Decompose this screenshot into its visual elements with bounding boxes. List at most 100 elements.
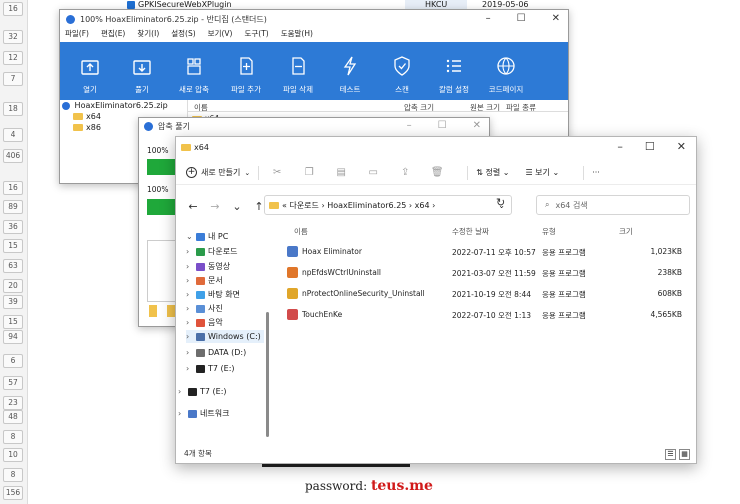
nav-item[interactable]: › 사진 [186, 302, 223, 315]
close-icon[interactable]: ✕ [473, 120, 481, 131]
minimize-icon[interactable]: – [486, 13, 491, 24]
tiles-view-icon[interactable]: ▦ [679, 449, 690, 460]
maximize-icon[interactable]: ☐ [645, 140, 655, 153]
checkbox-icon[interactable] [127, 1, 135, 9]
nav-item[interactable]: › T7 (E:) [186, 362, 235, 375]
view-button[interactable]: ☰ 보기 ⌄ [525, 167, 559, 178]
nav-item[interactable]: › 바탕 화면 [186, 288, 240, 301]
menu-item[interactable]: 편집(E) [101, 28, 125, 42]
col-name[interactable]: 이름 [294, 226, 308, 237]
file-size: 238KB [657, 268, 682, 277]
close-icon[interactable]: ✕ [677, 140, 686, 153]
toolbar-button[interactable]: 파일 추가 [220, 42, 272, 100]
minimize-icon[interactable]: – [617, 140, 623, 153]
toolbar-button[interactable]: 열기 [64, 42, 116, 100]
menu-item[interactable]: 도구(T) [244, 28, 268, 42]
chevron-right-icon[interactable]: › [186, 346, 196, 359]
nav-item[interactable]: › 동영상 [186, 260, 230, 273]
col-original[interactable]: 원본 크기 [470, 102, 500, 113]
address-bar[interactable]: « 다운로드 › HoaxEliminator6.25 › x64 › ⌄ [264, 195, 512, 215]
file-row[interactable]: nProtectOnlineSecurity_Uninstall 2021-10-… [284, 286, 688, 302]
chevron-right-icon[interactable]: › [186, 302, 196, 315]
forward-arrow-icon[interactable]: → [204, 200, 226, 213]
password-value: teus.me [370, 478, 433, 494]
file-row[interactable]: Hoax Eliminator 2022-07-11 오후 10:57 응용 프로그… [284, 244, 688, 260]
explorer-window: x64 – ☐ ✕ + 새로 만들기 ⌄ ✂ ❐ ▤ ▭ ⇪ 🗑 ⇅ 정렬 ⌄ … [175, 136, 697, 464]
col-name[interactable]: 이름 [194, 102, 208, 113]
bandizip-logo-icon [66, 14, 75, 24]
file-date: 2021-03-07 오전 11:59 [452, 269, 536, 278]
col-date[interactable]: 수정한 날짜 [452, 226, 489, 237]
cut-icon[interactable]: ✂ [267, 167, 287, 178]
menu-item[interactable]: 찾기(I) [137, 28, 159, 42]
paste-icon[interactable]: ▤ [331, 167, 351, 178]
back-arrow-icon[interactable]: ← [182, 200, 204, 213]
recent-chevron-icon[interactable]: ⌄ [226, 200, 248, 213]
menu-item[interactable]: 설정(S) [171, 28, 195, 42]
rename-icon[interactable]: ▭ [363, 167, 383, 178]
delete-icon[interactable]: 🗑 [427, 167, 447, 178]
search-icon: ⌕ [545, 200, 550, 209]
toolbar-button[interactable]: 테스트 [324, 42, 376, 100]
chevron-right-icon[interactable]: › [186, 330, 196, 343]
chevron-right-icon[interactable]: › [186, 362, 196, 375]
divider [467, 165, 469, 180]
chevron-right-icon[interactable]: › [186, 288, 196, 301]
nav-item[interactable]: › 다운로드 [186, 245, 237, 258]
file-row[interactable]: TouchEnKe 2022-07-10 오전 1:13 응용 프로그램 4,565K… [284, 307, 688, 323]
chevron-right-icon[interactable]: › [186, 260, 196, 273]
menu-item[interactable]: 파일(F) [65, 28, 89, 42]
maximize-icon[interactable]: ☐ [438, 120, 447, 131]
col-size[interactable]: 크기 [619, 226, 633, 237]
nav-item[interactable]: › T7 (E:) [178, 385, 227, 398]
toolbar-button[interactable]: 칼럼 설정 [428, 42, 480, 100]
sort-button[interactable]: ⇅ 정렬 ⌄ [476, 167, 509, 178]
tree-root[interactable]: HoaxEliminator6.25.zip [60, 100, 187, 111]
line-number: 36 [3, 220, 23, 234]
nav-label: 바탕 화면 [208, 290, 240, 299]
col-type[interactable]: 파일 종류 [506, 102, 536, 113]
toolbar-button[interactable]: 풀기 [116, 42, 168, 100]
drive-icon [188, 387, 197, 396]
nav-item[interactable]: › DATA (D:) [186, 346, 246, 359]
share-icon[interactable]: ⇪ [395, 167, 415, 178]
refresh-icon[interactable]: ↻ [496, 196, 505, 209]
copy-icon[interactable]: ❐ [299, 167, 319, 178]
chevron-right-icon[interactable]: › [178, 407, 188, 420]
col-compressed[interactable]: 압축 크기 [404, 102, 434, 113]
maximize-icon[interactable]: ☐ [517, 13, 526, 24]
chevron-right-icon[interactable]: › [178, 385, 188, 398]
close-icon[interactable]: ✕ [552, 13, 560, 24]
nav-item[interactable]: › 문서 [186, 274, 223, 287]
breadcrumb-item[interactable]: 다운로드 [289, 200, 318, 211]
toolbar-button[interactable]: 파일 삭제 [272, 42, 324, 100]
col-type[interactable]: 유형 [542, 226, 556, 237]
chevron-down-icon[interactable]: ⌄ [186, 230, 196, 243]
details-view-icon[interactable]: ☰ [665, 449, 676, 460]
breadcrumb-item[interactable]: HoaxEliminator6.25 [327, 201, 406, 210]
menu-item[interactable]: 도움말(H) [281, 28, 313, 42]
toolbar-button[interactable]: 스캔 [376, 42, 428, 100]
nav-item[interactable]: › 네트워크 [178, 407, 229, 420]
minimize-icon[interactable]: – [407, 120, 412, 131]
chevron-right-icon[interactable]: › [186, 274, 196, 287]
file-name: TouchEnKe [302, 310, 343, 319]
more-button[interactable]: ··· [592, 168, 600, 177]
chevron-right-icon[interactable]: › [186, 245, 196, 258]
breadcrumb-overflow[interactable]: « [282, 201, 287, 210]
nav-item[interactable]: › Windows (C:) [186, 330, 264, 343]
search-input[interactable]: ⌕ x64 검색 [536, 195, 690, 215]
line-number: 15 [3, 239, 23, 253]
breadcrumb-item[interactable]: x64 [415, 201, 430, 210]
nav-item[interactable]: › 음악 [186, 316, 223, 329]
file-row[interactable]: npEfdsWCtrlUninstall 2021-03-07 오전 11:59 응… [284, 265, 688, 281]
new-button[interactable]: + 새로 만들기 ⌄ [186, 167, 250, 178]
toolbar-button[interactable]: 새로 압축 [168, 42, 220, 100]
menu-item[interactable]: 보기(V) [208, 28, 233, 42]
nav-item[interactable]: ⌄ 내 PC [186, 230, 228, 243]
chevron-right-icon[interactable]: › [186, 316, 196, 329]
toolbar-button[interactable]: 코드페이지 [480, 42, 532, 100]
tree-label: x64 [86, 112, 101, 121]
file-type: 응용 프로그램 [542, 311, 586, 320]
nav-scrollbar[interactable] [266, 312, 269, 437]
